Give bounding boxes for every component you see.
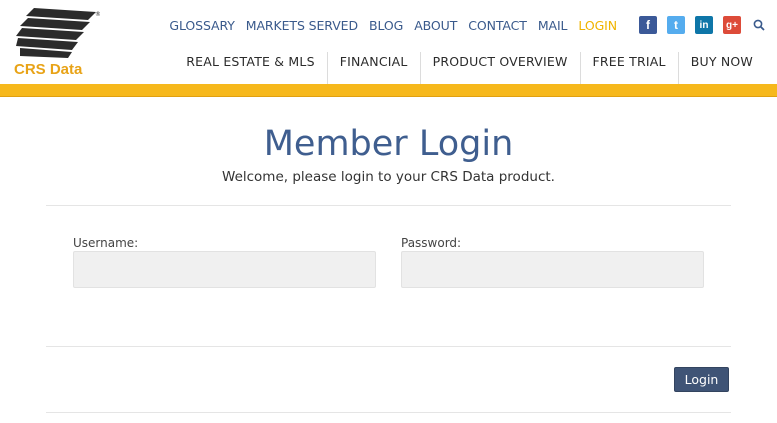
top-nav-contact[interactable]: CONTACT xyxy=(468,18,527,33)
main-nav: REAL ESTATE & MLS FINANCIAL PRODUCT OVER… xyxy=(174,52,765,84)
username-label: Username: xyxy=(73,236,139,250)
top-nav-glossary[interactable]: GLOSSARY xyxy=(169,18,235,33)
main-nav-real-estate-mls[interactable]: REAL ESTATE & MLS xyxy=(174,52,326,84)
top-nav-markets-served[interactable]: MARKETS SERVED xyxy=(246,18,358,33)
top-nav-mail[interactable]: MAIL xyxy=(538,18,568,33)
top-nav: GLOSSARY MARKETS SERVED BLOG ABOUT CONTA… xyxy=(158,16,767,34)
divider-bottom xyxy=(46,412,731,413)
facebook-icon[interactable]: f xyxy=(639,16,657,34)
page-title: Member Login xyxy=(263,124,514,164)
svg-text:®: ® xyxy=(95,11,100,18)
linkedin-icon[interactable]: in xyxy=(695,16,713,34)
password-input[interactable] xyxy=(401,251,704,288)
top-nav-blog[interactable]: BLOG xyxy=(369,18,403,33)
top-nav-login[interactable]: LOGIN xyxy=(578,18,617,33)
page-subtitle: Welcome, please login to your CRS Data p… xyxy=(222,169,555,185)
crs-data-logo[interactable]: ® CRS Data xyxy=(12,8,102,78)
google-plus-icon[interactable]: g+ xyxy=(723,16,741,34)
twitter-icon[interactable]: t xyxy=(667,16,685,34)
search-icon[interactable] xyxy=(753,18,767,32)
logo-text: CRS Data xyxy=(14,61,83,78)
social-links: f t in g+ xyxy=(629,16,741,34)
password-label: Password: xyxy=(401,236,462,250)
main-nav-product-overview[interactable]: PRODUCT OVERVIEW xyxy=(419,52,580,84)
main-nav-financial[interactable]: FINANCIAL xyxy=(326,52,420,84)
top-nav-about[interactable]: ABOUT xyxy=(414,18,457,33)
divider-middle xyxy=(46,346,731,347)
logo-stripes-icon: ® xyxy=(16,8,100,58)
login-button[interactable]: Login xyxy=(674,367,729,392)
divider-top xyxy=(46,205,731,206)
username-input[interactable] xyxy=(73,251,376,288)
main-nav-buy-now[interactable]: BUY NOW xyxy=(677,52,765,84)
main-nav-free-trial[interactable]: FREE TRIAL xyxy=(579,52,678,84)
site-header: ® CRS Data GLOSSARY MARKETS SERVED BLOG … xyxy=(0,0,777,84)
header-accent-bar xyxy=(0,84,777,97)
